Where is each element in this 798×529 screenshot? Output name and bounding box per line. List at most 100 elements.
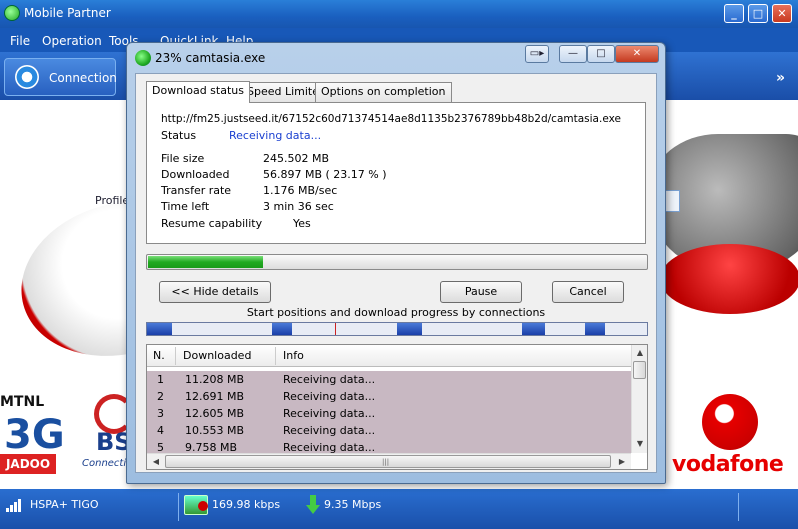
connection-segment (272, 323, 292, 335)
mtnl-logo-tag: JADOO (0, 454, 56, 474)
tab-options-on-completion[interactable]: Options on completion (315, 82, 452, 102)
cancel-button[interactable]: Cancel (552, 281, 624, 303)
network-type-label: HSPA+ TIGO (30, 498, 99, 511)
download-dialog: 23% camtasia.exe ▭▸ — □ ✕ Download statu… (126, 42, 666, 484)
row-number: 3 (157, 407, 164, 420)
profile-select-edge[interactable] (664, 190, 680, 212)
dialog-body: Download status Speed Limiter Options on… (135, 73, 657, 473)
time-left-label: Time left (161, 200, 210, 213)
dialog-minimize-button[interactable]: — (559, 45, 587, 63)
connection-marker (335, 323, 336, 335)
row-number: 5 (157, 441, 164, 453)
row-downloaded: 11.208 MB (185, 373, 245, 386)
toolbar-more-chevron-icon[interactable]: » (776, 70, 785, 86)
table-row[interactable]: 2 12.691 MB Receiving data... (147, 388, 631, 405)
connections-progress-bar (146, 322, 648, 336)
mp-maximize-button[interactable]: □ (748, 4, 768, 23)
tab-download-status[interactable]: Download status (146, 81, 250, 103)
table-row[interactable]: 4 10.553 MB Receiving data... (147, 422, 631, 439)
vertical-scroll-thumb[interactable] (633, 361, 646, 379)
status-label: Status (161, 129, 197, 142)
scroll-down-arrow-icon[interactable]: ▼ (633, 437, 647, 451)
dialog-title: 23% camtasia.exe (155, 51, 266, 65)
row-info: Receiving data... (283, 441, 376, 453)
download-url: http://fm25.justseed.it/67152c60d7137451… (161, 113, 621, 125)
row-number: 1 (157, 373, 164, 386)
connection-label: Connection (49, 71, 117, 85)
connection-segment (397, 323, 422, 335)
connection-segment (147, 323, 172, 335)
scroll-up-arrow-icon[interactable]: ▲ (633, 346, 647, 360)
mtnl-logo-text: MTNL (0, 394, 45, 410)
download-arrow-icon (306, 495, 320, 514)
menu-file[interactable]: File (10, 34, 30, 48)
connection-segment (522, 323, 545, 335)
resume-capability-value: Yes (293, 217, 311, 230)
status-value: Receiving data... (229, 129, 322, 142)
device-image-right-red (660, 244, 798, 314)
row-info: Receiving data... (283, 424, 376, 437)
connections-table: N. Downloaded Info 1 11.208 MB Receiving… (146, 344, 648, 470)
mtnl-3g-logo: MTNL 3G JADOO (0, 394, 80, 484)
row-info: Receiving data... (283, 373, 376, 386)
table-horizontal-scrollbar[interactable]: ◀ ||| ▶ (147, 453, 631, 469)
download-status-panel: http://fm25.justseed.it/67152c60d7137451… (146, 102, 646, 244)
file-size-label: File size (161, 152, 205, 165)
transfer-rate-value: 1.176 MB/sec (263, 184, 338, 197)
dialog-maximize-button[interactable]: □ (587, 45, 615, 63)
row-downloaded: 12.691 MB (185, 390, 245, 403)
table-vertical-scrollbar[interactable]: ▲ ▼ (631, 345, 647, 453)
row-downloaded: 9.758 MB (185, 441, 238, 453)
row-downloaded: 12.605 MB (185, 407, 245, 420)
mp-titlebar[interactable]: Mobile Partner _ □ ✕ (0, 0, 798, 28)
bsnl-logo-tag: Connecti (82, 458, 127, 469)
row-downloaded: 10.553 MB (185, 424, 245, 437)
file-size-value: 245.502 MB (263, 152, 330, 165)
connection-button[interactable]: Connection (4, 58, 117, 96)
horizontal-scroll-thumb[interactable]: ||| (165, 455, 611, 468)
profile-label: Profile (95, 194, 130, 207)
connections-table-header: N. Downloaded Info (147, 345, 631, 367)
scroll-left-arrow-icon[interactable]: ◀ (149, 455, 163, 469)
menu-operation[interactable]: Operation (42, 34, 102, 48)
row-number: 2 (157, 390, 164, 403)
mp-close-button[interactable]: ✕ (772, 4, 792, 23)
bsnl-logo: BS Connecti (82, 394, 132, 484)
table-row[interactable]: 5 9.758 MB Receiving data... (147, 439, 631, 453)
signal-strength-icon (6, 498, 28, 512)
connection-segment (585, 323, 605, 335)
transfer-rate-label: Transfer rate (161, 184, 232, 197)
dialog-arrow-button[interactable]: ▭▸ (525, 45, 549, 63)
resume-capability-label: Resume capability (161, 217, 263, 230)
upload-arrow-icon (198, 501, 208, 511)
mtnl-logo-mark: 3G (4, 412, 65, 458)
column-header-n[interactable]: N. (153, 349, 165, 362)
vodafone-logo-text: vodafone (672, 452, 784, 477)
dialog-close-button[interactable]: ✕ (615, 45, 659, 63)
connection-refresh-icon (15, 65, 39, 89)
pause-button[interactable]: Pause (440, 281, 522, 303)
hide-details-button[interactable]: << Hide details (159, 281, 271, 303)
scroll-right-arrow-icon[interactable]: ▶ (615, 455, 629, 469)
scroll-grip-icon: ||| (382, 458, 390, 466)
table-row[interactable]: 1 11.208 MB Receiving data... (147, 371, 631, 388)
row-number: 4 (157, 424, 164, 437)
vodafone-logo: vodafone (672, 394, 798, 484)
connections-caption: Start positions and download progress by… (246, 306, 546, 319)
downloaded-label: Downloaded (161, 168, 230, 181)
download-speed: 9.35 Mbps (324, 498, 382, 511)
downloaded-value: 56.897 MB ( 23.17 % ) (263, 168, 387, 181)
mobile-partner-app-icon (4, 5, 20, 21)
row-info: Receiving data... (283, 407, 376, 420)
download-progress-fill (148, 256, 263, 268)
mp-window-title: Mobile Partner (24, 6, 111, 20)
column-header-info[interactable]: Info (283, 349, 304, 362)
table-row[interactable]: 3 12.605 MB Receiving data... (147, 405, 631, 422)
time-left-value: 3 min 36 sec (263, 200, 334, 213)
column-header-downloaded[interactable]: Downloaded (183, 349, 251, 362)
mp-statusbar: HSPA+ TIGO 169.98 kbps 9.35 Mbps (0, 489, 798, 529)
mp-minimize-button[interactable]: _ (724, 4, 744, 23)
upload-speed: 169.98 kbps (212, 498, 281, 511)
download-progress-bar (146, 254, 648, 270)
download-manager-app-icon (135, 50, 151, 66)
